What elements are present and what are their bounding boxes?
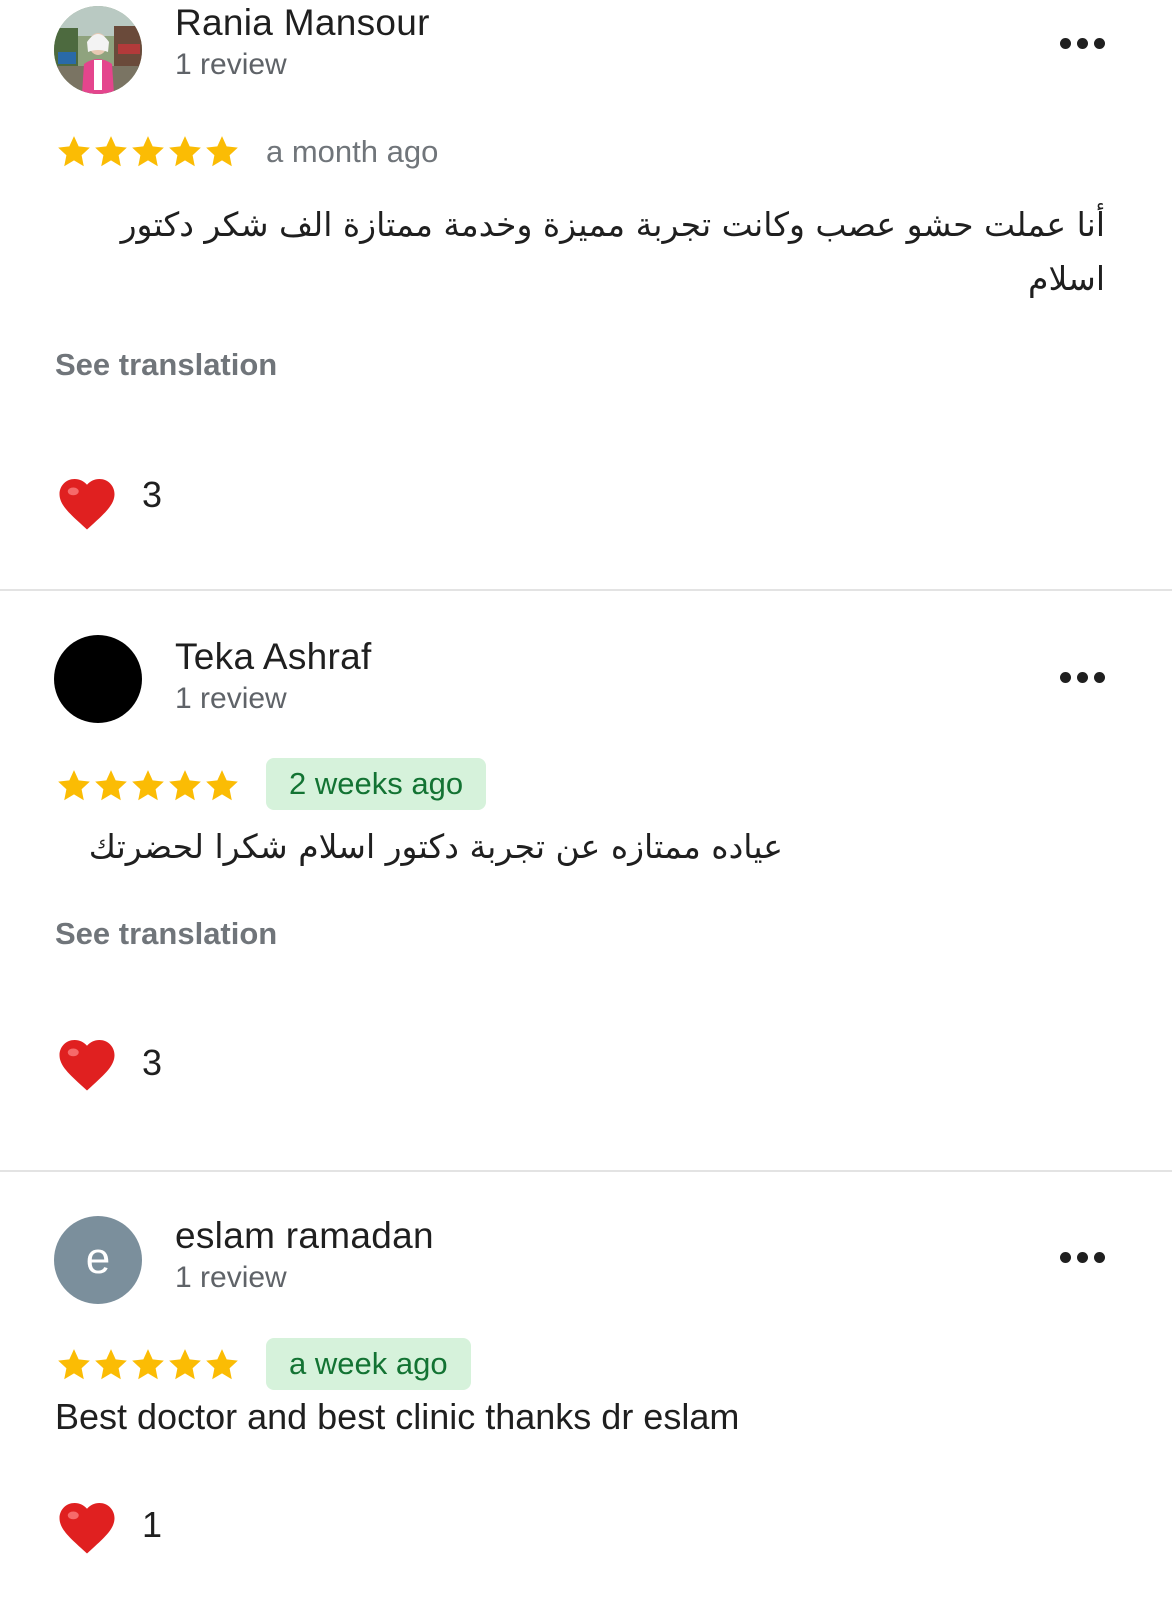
star-icon: [169, 136, 201, 167]
reviewer-name[interactable]: Rania Mansour: [175, 2, 430, 44]
review-date-badge: a week ago: [266, 1338, 471, 1390]
more-options-icon[interactable]: [1060, 1252, 1106, 1264]
star-icon: [58, 770, 90, 801]
heart-icon[interactable]: [54, 1031, 120, 1093]
star-icon: [95, 136, 127, 167]
more-options-icon[interactable]: [1060, 38, 1106, 50]
star-icon: [132, 770, 164, 801]
reviewer-avatar[interactable]: [54, 6, 142, 94]
more-options-icon[interactable]: [1060, 672, 1106, 684]
reviewer-avatar[interactable]: [54, 635, 142, 723]
like-count: 1: [142, 1504, 163, 1545]
see-translation-link[interactable]: See translation: [55, 347, 277, 383]
star-icon: [132, 136, 164, 167]
star-icon: [206, 770, 238, 801]
star-icon: [58, 1349, 90, 1380]
star-icon: [169, 1349, 201, 1380]
review-card: Teka Ashraf 1 review 2 weeks ago عياده م…: [0, 591, 1172, 1171]
review-date: a month ago: [266, 134, 439, 169]
review-text: عياده ممتازه عن تجربة دكتور اسلام شكرا ل…: [88, 827, 783, 866]
like-count: 3: [142, 474, 163, 515]
review-date-badge: 2 weeks ago: [266, 758, 487, 810]
star-icon: [206, 1349, 238, 1380]
heart-icon[interactable]: [54, 1494, 120, 1556]
reviewer-avatar[interactable]: e: [54, 1216, 142, 1304]
star-icon: [132, 1349, 164, 1380]
review-card: Rania Mansour 1 review a month ago أنا ع…: [0, 0, 1172, 590]
star-icon: [95, 770, 127, 801]
star-icon: [169, 770, 201, 801]
see-translation-link[interactable]: See translation: [55, 916, 277, 952]
star-rating: [55, 767, 245, 807]
reviewer-review-count: 1 review: [175, 48, 287, 81]
reviewer-review-count: 1 review: [175, 682, 287, 715]
review-card: e eslam ramadan 1 review a week ago Best…: [0, 1172, 1172, 1600]
star-rating: [55, 133, 245, 173]
star-rating: [55, 1346, 245, 1386]
review-text: أنا عملت حشو عصب وكانت تجربة مميزة وخدمة…: [120, 205, 1105, 298]
heart-icon[interactable]: [54, 470, 120, 532]
reviewer-name[interactable]: Teka Ashraf: [175, 636, 372, 678]
reviewer-name[interactable]: eslam ramadan: [175, 1215, 434, 1257]
star-icon: [206, 136, 238, 167]
avatar-photo: [54, 6, 142, 94]
star-icon: [58, 136, 90, 167]
review-text: Best doctor and best clinic thanks dr es…: [55, 1396, 740, 1437]
reviewer-review-count: 1 review: [175, 1261, 287, 1294]
star-icon: [95, 1349, 127, 1380]
like-count: 3: [142, 1042, 163, 1083]
